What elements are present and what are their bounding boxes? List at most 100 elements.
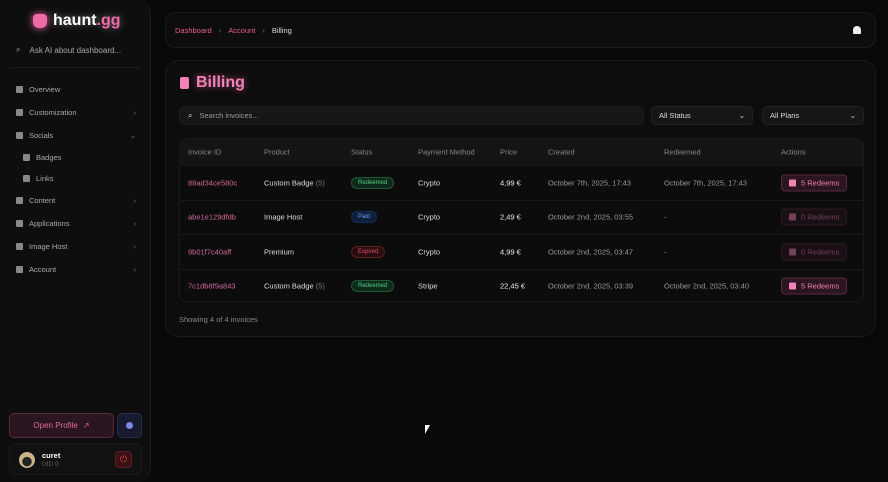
- gift-icon: [789, 179, 796, 187]
- sidebar-item-content[interactable]: Content ›: [16, 189, 136, 212]
- plan-filter-value: All Plans: [770, 111, 800, 120]
- product-qty: (5): [315, 281, 325, 291]
- sidebar-item-label: Links: [36, 174, 54, 183]
- redeemed-date: October 2nd, 2025, 03:40: [664, 281, 750, 291]
- logo[interactable]: haunt.gg: [33, 12, 121, 30]
- redeems-button[interactable]: 5 Redeems: [781, 277, 848, 295]
- chevron-right-icon: ›: [262, 25, 265, 35]
- column-header: Payment Method: [418, 147, 475, 157]
- power-icon: ⏻: [119, 454, 128, 464]
- table-row: 7c1db8f9a843 Custom Badge (5) Redeemed S…: [180, 268, 863, 302]
- search-icon: ⌕: [16, 45, 21, 54]
- price: 4,99 €: [500, 247, 521, 257]
- user-card: curet UID 0 ⏻: [9, 443, 142, 475]
- user-id: UID 0: [42, 461, 59, 468]
- product-qty: (5): [315, 178, 325, 188]
- breadcrumb-billing: Billing: [271, 25, 292, 35]
- chevron-right-icon: ›: [218, 25, 222, 35]
- invoice-id[interactable]: 88ad34ce580c: [188, 178, 237, 187]
- redeemed-date: -: [664, 247, 667, 257]
- product: Premium: [264, 247, 294, 256]
- redeems-button[interactable]: 5 Redeems: [781, 174, 848, 192]
- pagination-info: Showing 4 of 4 invoices: [179, 315, 258, 324]
- page-title-text: Billing: [196, 74, 245, 91]
- ghost-icon: [33, 14, 47, 28]
- redeems-label: 0 Redeems: [801, 212, 840, 222]
- invoice-id[interactable]: 9b01f7c40aff: [188, 247, 231, 256]
- product-name: Custom Badge: [264, 281, 314, 291]
- column-header: Product: [264, 147, 290, 157]
- top-bar: Dashboard › Account › Billing: [165, 12, 876, 48]
- chevron-icon: ›: [133, 108, 137, 117]
- brand-tld: .gg: [96, 12, 121, 29]
- product-name: Image Host: [264, 212, 303, 222]
- nav-icon: [16, 197, 23, 204]
- price: 2,49 €: [500, 212, 521, 222]
- status-badge: Paid: [351, 211, 378, 224]
- chevron-down-icon: ⌄: [849, 111, 856, 120]
- ask-ai-input[interactable]: ⌕ Ask AI about dashboard...: [16, 45, 121, 55]
- product: Custom Badge (5): [264, 178, 325, 187]
- column-header: Redeemed: [664, 147, 701, 157]
- invoice-table: Invoice ID Product Status Payment Method Pri…: [179, 138, 864, 302]
- created-date: October 7th, 2025, 17:43: [548, 178, 631, 188]
- redeems-label: 5 Redeems: [801, 281, 840, 291]
- invoice-id[interactable]: 7c1db8f9a843: [188, 282, 236, 291]
- table-row: 88ad34ce580c Custom Badge (5) Redeemed C…: [180, 165, 863, 200]
- search-icon: ⌕: [188, 110, 193, 120]
- sidebar-item-label: Applications: [29, 219, 70, 228]
- invoice-id[interactable]: abe1e129dfdb: [188, 213, 236, 222]
- external-link-icon: ↗: [82, 421, 90, 430]
- breadcrumb-account[interactable]: Account: [228, 26, 255, 35]
- search-invoices[interactable]: ⌕: [179, 106, 644, 125]
- column-header: Actions: [781, 147, 806, 157]
- sidebar-item-label: Image Host: [29, 242, 68, 251]
- plan-filter[interactable]: All Plans ⌄: [762, 106, 864, 125]
- sidebar-item-links[interactable]: Links: [16, 168, 136, 189]
- table-header: Invoice ID Product Status Payment Method Pri…: [180, 139, 863, 165]
- sidebar-item-label: Content: [29, 196, 56, 205]
- redeems-button[interactable]: 0 Redeems: [781, 243, 848, 261]
- redeems-button[interactable]: 0 Redeems: [781, 208, 848, 226]
- bell-icon[interactable]: [853, 26, 861, 34]
- status-filter-value: All Status: [659, 111, 691, 120]
- chevron-down-icon: ⌄: [738, 111, 745, 120]
- search-input[interactable]: [199, 111, 600, 120]
- breadcrumb-dashboard[interactable]: Dashboard: [175, 26, 212, 35]
- table-row: 9b01f7c40aff Premium Expired Crypto 4,99…: [180, 234, 863, 269]
- sidebar-item-socials[interactable]: Socials ⌄: [16, 124, 136, 147]
- avatar: [19, 452, 35, 468]
- status-badge: Redeemed: [351, 280, 395, 293]
- logout-button[interactable]: ⏻: [115, 451, 132, 468]
- open-profile-label: Open Profile: [33, 421, 78, 430]
- username: curet: [42, 451, 61, 460]
- divider: [10, 67, 140, 68]
- sidebar-item-badges[interactable]: Badges: [16, 147, 136, 168]
- billing-card: Billing ⌕ All Status ⌄ All Plans ⌄ Invoice…: [165, 60, 876, 337]
- column-header: Invoice ID: [188, 147, 222, 157]
- chevron-icon: ›: [133, 219, 137, 228]
- chevron-icon: ›: [133, 242, 137, 251]
- status-filter[interactable]: All Status ⌄: [651, 106, 753, 125]
- open-profile-button[interactable]: Open Profile ↗: [9, 413, 114, 438]
- brand-name: haunt: [53, 12, 97, 29]
- created-date: October 2nd, 2025, 03:47: [548, 247, 634, 257]
- created-date: October 2nd, 2025, 03:39: [548, 281, 634, 291]
- column-header: Created: [548, 147, 575, 157]
- help-button[interactable]: [117, 413, 142, 438]
- sidebar-item-image-host[interactable]: Image Host ›: [16, 235, 136, 258]
- table-row: abe1e129dfdb Image Host Paid Crypto 2,49…: [180, 199, 863, 235]
- nav-icon: [23, 154, 30, 161]
- sidebar-item-overview[interactable]: Overview: [16, 78, 136, 101]
- sidebar-item-applications[interactable]: Applications ›: [16, 212, 136, 235]
- product: Custom Badge (5): [264, 282, 325, 291]
- chevron-icon: ⌄: [129, 131, 136, 140]
- sidebar-item-account[interactable]: Account ›: [16, 258, 136, 281]
- sidebar-item-customization[interactable]: Customization ›: [16, 101, 136, 124]
- payment-method: Crypto: [418, 247, 441, 257]
- status-badge: Redeemed: [351, 176, 395, 189]
- gift-icon: [789, 248, 796, 256]
- payment-method: Crypto: [418, 212, 441, 222]
- sidebar-item-label: Socials: [29, 131, 54, 140]
- nav-icon: [23, 175, 30, 182]
